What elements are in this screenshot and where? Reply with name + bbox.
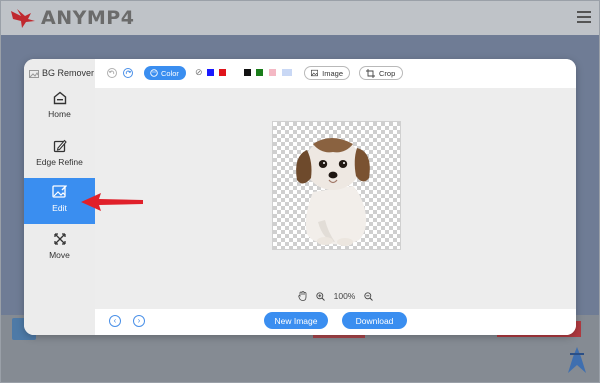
edge-refine-icon	[53, 139, 67, 153]
sidebar-item-edge-refine[interactable]: Edge Refine	[24, 133, 95, 179]
zoom-controls: 100%	[95, 288, 576, 304]
crop-tab-button[interactable]: Crop	[359, 66, 403, 80]
color-swatch-white[interactable]	[232, 69, 239, 76]
zoom-out-icon[interactable]	[364, 291, 374, 301]
redo-button[interactable]	[123, 68, 133, 78]
color-swatch-blue[interactable]	[207, 69, 214, 76]
crop-icon	[366, 68, 375, 78]
color-swatch-black[interactable]	[244, 69, 251, 76]
red-arrow-annotation	[81, 193, 143, 211]
previous-button[interactable]: ‹	[109, 315, 121, 327]
image-icon	[311, 69, 319, 77]
image-tab-button[interactable]: Image	[304, 66, 350, 80]
next-button[interactable]: ›	[133, 315, 145, 327]
color-swatch-red[interactable]	[219, 69, 226, 76]
backdrop-figure-icon	[568, 347, 586, 373]
menu-icon[interactable]	[577, 11, 591, 23]
anymp4-bird-icon	[11, 9, 35, 28]
edit-image-icon	[51, 185, 67, 198]
color-swatch-green[interactable]	[256, 69, 263, 76]
chevron-right-icon: ›	[137, 316, 141, 325]
logo-text: ANYMP4	[41, 7, 135, 29]
bg-remover-logo-icon	[29, 69, 39, 78]
chevron-left-icon: ‹	[113, 316, 117, 325]
color-tab-button[interactable]: Color	[144, 66, 186, 80]
palette-icon	[150, 69, 158, 77]
image-preview[interactable]	[272, 121, 401, 250]
puppy-image	[296, 138, 370, 246]
undo-icon	[108, 70, 115, 75]
no-color-icon[interactable]: ⊘	[195, 67, 203, 78]
color-swatch-light-blue[interactable]	[282, 69, 292, 76]
sidebar-item-move[interactable]: Move	[24, 226, 95, 272]
sidebar-item-home[interactable]: Home	[24, 85, 95, 131]
app-title: BG Remover	[29, 68, 94, 78]
site-logo[interactable]: ANYMP4	[9, 7, 134, 29]
canvas-area: 100%	[95, 88, 576, 309]
new-image-button[interactable]: New Image	[264, 312, 328, 329]
site-header: ANYMP4	[1, 1, 599, 35]
undo-button[interactable]	[107, 68, 117, 78]
download-button[interactable]: Download	[342, 312, 407, 329]
zoom-in-icon[interactable]	[315, 291, 325, 301]
move-icon	[53, 233, 66, 245]
color-swatch-pink[interactable]	[269, 69, 276, 76]
redo-icon	[125, 70, 132, 75]
zoom-level: 100%	[333, 291, 356, 301]
bottom-bar: ‹ › New Image Download	[95, 309, 576, 335]
home-icon	[53, 91, 66, 105]
hand-pan-icon[interactable]	[297, 291, 307, 301]
edit-toolbar: Color ⊘ Image Crop	[95, 59, 576, 89]
